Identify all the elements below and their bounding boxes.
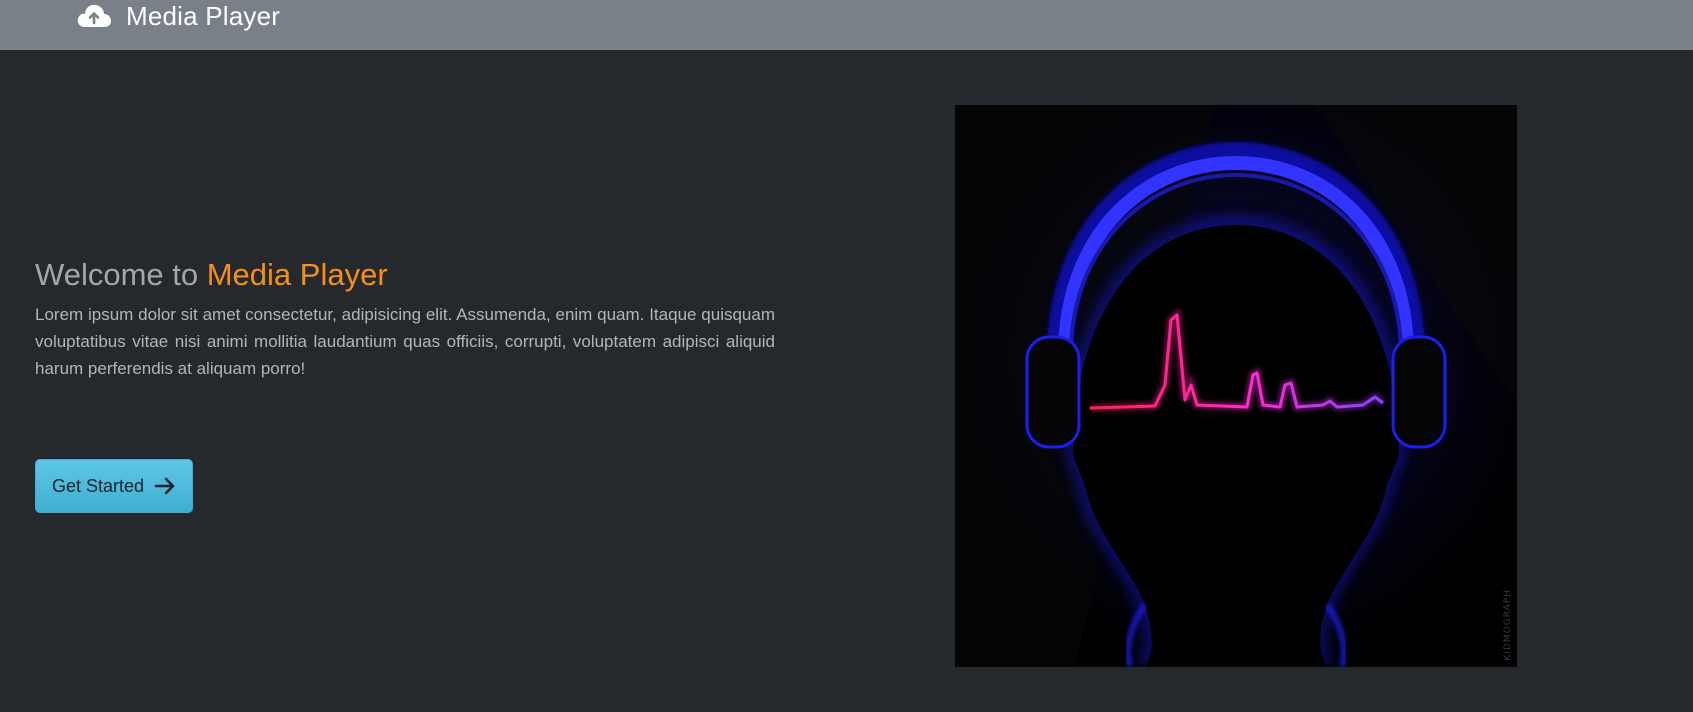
cloud-upload-icon [76,1,112,31]
arrow-right-icon [154,477,176,495]
hero-description: Lorem ipsum dolor sit amet consectetur, … [35,305,775,378]
headphones-heartbeat-image: KIDMOGRAPH [955,105,1517,667]
get-started-button[interactable]: Get Started [35,459,193,513]
get-started-label: Get Started [51,475,145,496]
hero-title: Welcome to Media Player [35,255,775,295]
hero-title-accent: Media Player [206,257,388,292]
brand-title: Media Player [126,0,281,31]
hero-title-prefix: Welcome to [35,257,199,292]
top-navbar: Media Player [0,0,1693,50]
hero-text: Welcome to Media Player Lorem ipsum dolo… [35,255,775,382]
image-watermark: KIDMOGRAPH [1503,589,1513,661]
brand-link[interactable]: Media Player [76,0,280,32]
